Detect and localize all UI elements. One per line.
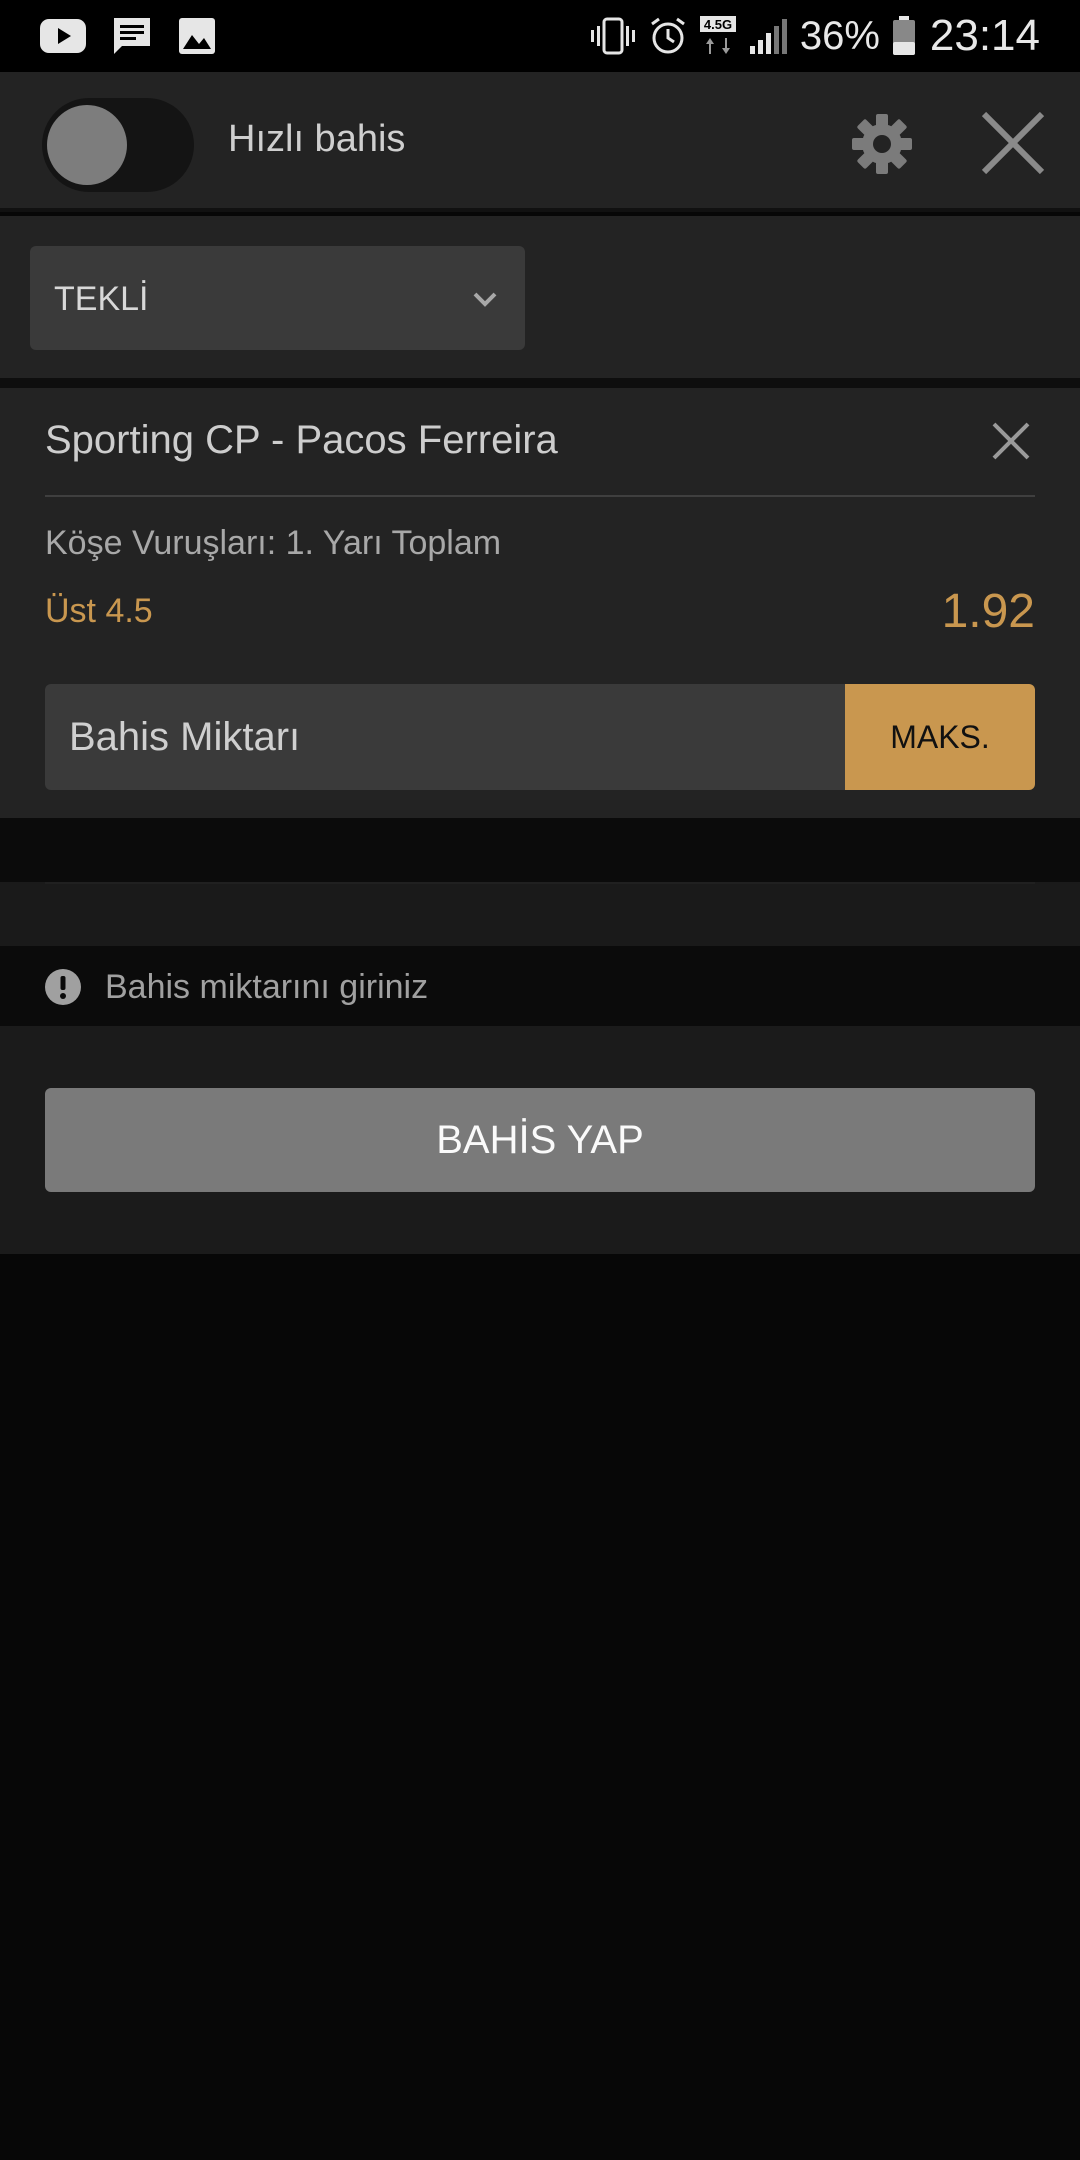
remove-bet-icon[interactable] <box>990 420 1032 462</box>
status-bar: 4.5G 36% 23:14 <box>0 0 1080 72</box>
place-bet-button[interactable]: BAHİS YAP <box>45 1088 1035 1192</box>
warning-banner: Bahis miktarını giriniz <box>0 946 1080 1026</box>
vibrate-icon <box>590 17 635 55</box>
warning-text: Bahis miktarını giriniz <box>105 968 429 1006</box>
summary-divider <box>45 882 1035 884</box>
network-icon: 4.5G <box>699 16 736 54</box>
network-type-text: 4.5G <box>704 17 732 32</box>
clock: 23:14 <box>929 11 1040 60</box>
odds-value: 1.92 <box>941 585 1035 638</box>
max-stake-button[interactable]: MAKS. <box>845 684 1035 790</box>
bet-card: Sporting CP - Pacos Ferreira Köşe Vuruşl… <box>0 388 1080 818</box>
gallery-icon <box>179 18 215 54</box>
gear-icon[interactable] <box>850 112 914 176</box>
selection-name: Üst 4.5 <box>45 592 153 630</box>
match-title: Sporting CP - Pacos Ferreira <box>45 418 558 462</box>
signal-icon <box>749 19 787 54</box>
battery-icon <box>892 16 915 55</box>
bet-type-select[interactable]: TEKLİ <box>30 246 525 350</box>
youtube-icon <box>40 19 86 53</box>
quick-bet-label: Hızlı bahis <box>228 118 406 160</box>
quick-bet-toggle[interactable] <box>42 98 194 192</box>
spacer <box>0 818 1080 882</box>
close-icon[interactable] <box>978 108 1048 178</box>
place-bet-section: BAHİS YAP <box>0 1026 1080 1254</box>
betslip-header: Hızlı bahis <box>0 72 1080 212</box>
section-divider <box>0 378 1080 388</box>
card-divider <box>45 495 1035 497</box>
market-name: Köşe Vuruşları: 1. Yarı Toplam <box>45 524 502 562</box>
summary-row <box>0 882 1080 946</box>
bet-type-section: TEKLİ <box>0 216 1080 378</box>
alert-icon <box>45 969 81 1005</box>
bet-type-value: TEKLİ <box>54 280 149 318</box>
battery-percent: 36% <box>799 13 880 58</box>
toggle-knob <box>47 105 127 185</box>
message-icon <box>114 18 150 54</box>
stake-input[interactable] <box>45 684 845 790</box>
alarm-icon <box>650 17 685 54</box>
chevron-down-icon <box>473 292 497 307</box>
